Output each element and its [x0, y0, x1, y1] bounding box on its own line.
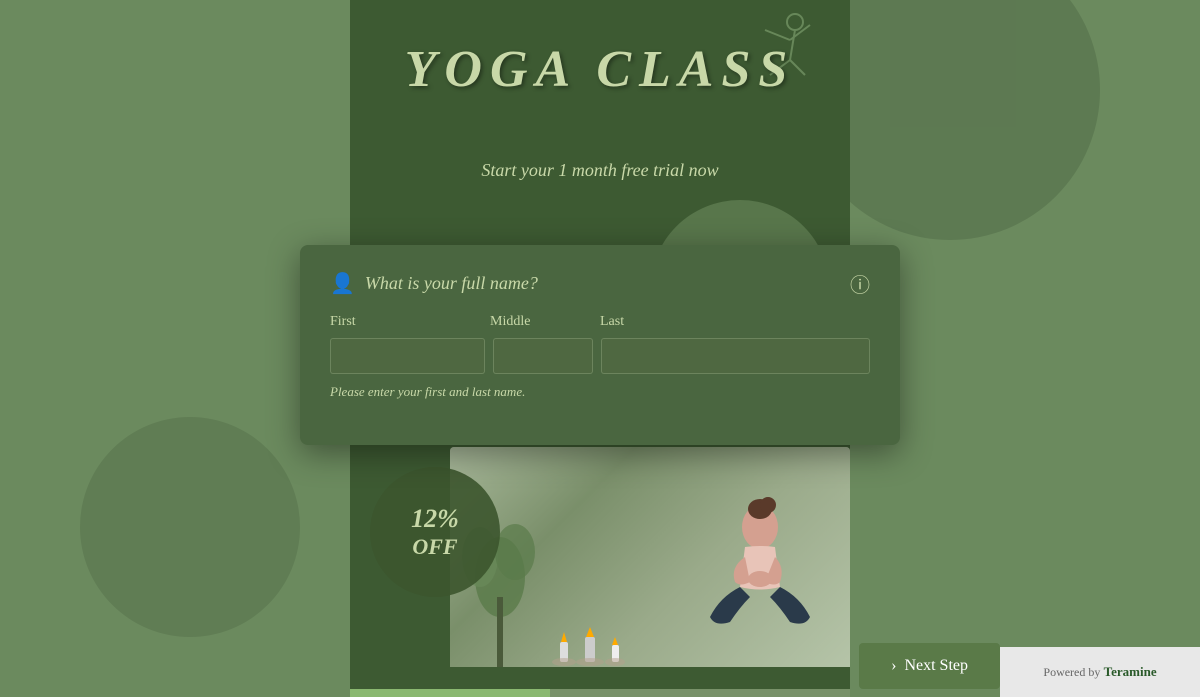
title-area: YOGA CLASS — [350, 40, 850, 99]
middle-name-input[interactable] — [493, 338, 593, 374]
last-name-label: Last — [600, 314, 870, 330]
field-labels: First Middle Last — [330, 314, 870, 330]
progress-bar — [350, 689, 850, 697]
powered-by-area: Powered by Teramine — [1000, 647, 1200, 697]
middle-name-label: Middle — [490, 314, 600, 330]
modal-dialog: 👤 What is your full name? ⓘ First Middle… — [300, 245, 900, 445]
first-name-label: First — [330, 314, 490, 330]
subtitle: Start your 1 month free trial now — [350, 160, 850, 181]
validation-message: Please enter your first and last name. — [330, 384, 870, 400]
main-title: YOGA CLASS — [350, 40, 850, 99]
info-icon[interactable]: ⓘ — [850, 269, 870, 298]
discount-percent: 12% — [411, 504, 459, 534]
discount-circle: 12% OFF — [370, 467, 500, 597]
discount-off: OFF — [412, 534, 457, 560]
teramine-brand: Teramine — [1104, 664, 1157, 680]
next-step-label: Next Step — [904, 657, 968, 675]
next-step-button[interactable]: › Next Step — [859, 643, 1000, 689]
last-name-input[interactable] — [601, 338, 870, 374]
yoga-image — [450, 447, 850, 667]
modal-header: 👤 What is your full name? ⓘ — [330, 269, 870, 298]
progress-fill — [350, 689, 550, 697]
user-icon: 👤 — [330, 271, 355, 296]
bg-circle-bottom — [80, 417, 300, 637]
powered-by-label: Powered by — [1043, 665, 1100, 680]
first-name-input[interactable] — [330, 338, 485, 374]
name-fields-row — [330, 338, 870, 374]
modal-title-row: 👤 What is your full name? — [330, 271, 538, 296]
next-arrow-icon: › — [891, 657, 896, 675]
yoga-image-container — [450, 447, 850, 667]
modal-question: What is your full name? — [365, 273, 538, 294]
